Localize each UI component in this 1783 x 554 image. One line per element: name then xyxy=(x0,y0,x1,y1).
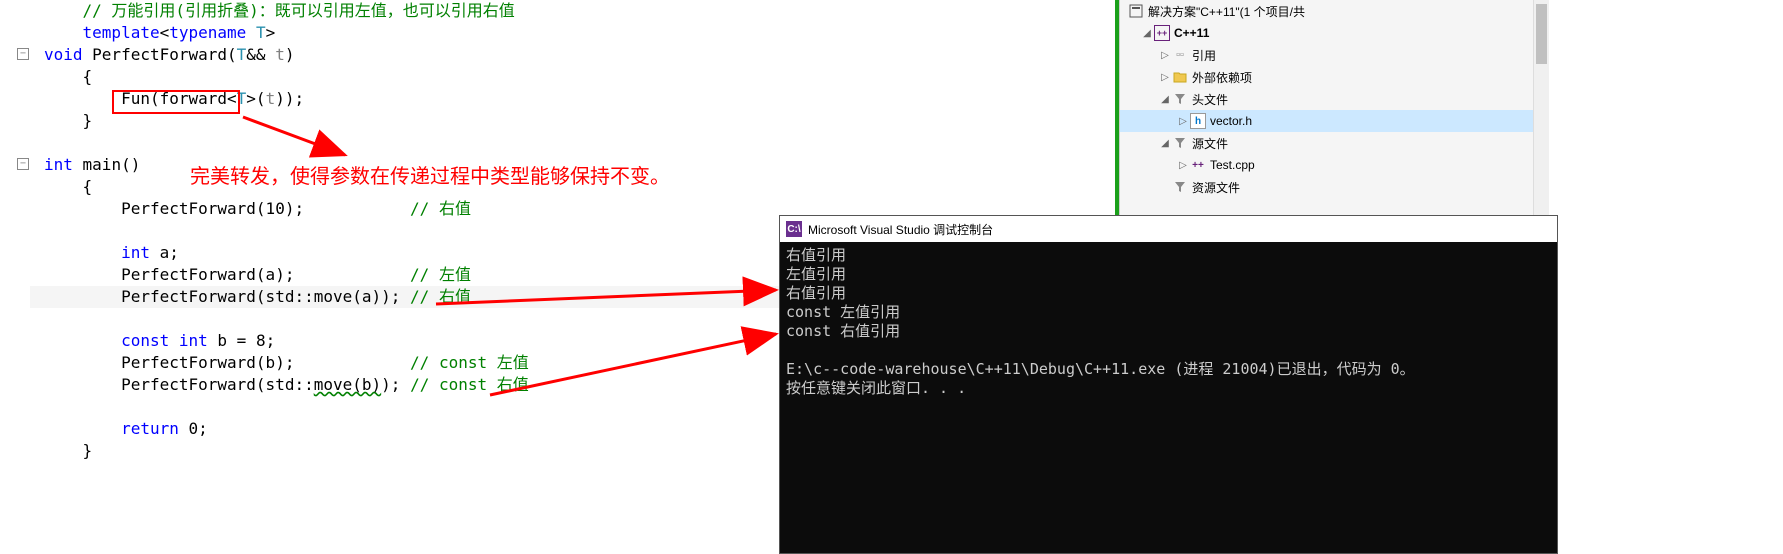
solution-header-label: 解决方案"C++11"(1 个项目/共 xyxy=(1148,3,1305,20)
solution-item-label: 外部依赖项 xyxy=(1192,69,1252,86)
solution-item[interactable]: ◢ 源文件 xyxy=(1120,132,1549,154)
solution-item-label: C++11 xyxy=(1174,26,1209,40)
solution-item[interactable]: ▷ 外部依赖项 xyxy=(1120,66,1549,88)
tree-expand-glyph[interactable]: ◢ xyxy=(1158,138,1172,149)
solution-icon xyxy=(1128,3,1144,19)
console-output[interactable]: 右值引用 左值引用 右值引用 const 左值引用 const 右值引用 E:\… xyxy=(780,242,1557,553)
solution-header-row[interactable]: 解决方案"C++11"(1 个项目/共 xyxy=(1120,0,1549,22)
filter-icon xyxy=(1172,179,1188,195)
code-line[interactable]: } xyxy=(44,110,1115,132)
solution-item-label: 源文件 xyxy=(1192,135,1228,152)
tree-expand-glyph[interactable]: ▷ xyxy=(1158,50,1172,61)
solution-item-label: 头文件 xyxy=(1192,91,1228,108)
console-title: Microsoft Visual Studio 调试控制台 xyxy=(808,221,993,238)
solution-item[interactable]: ◢++ C++11 xyxy=(1120,22,1549,44)
header-file-icon: h xyxy=(1190,113,1206,129)
folder-icon xyxy=(1172,69,1188,85)
code-line[interactable]: template<typename T> xyxy=(44,22,1115,44)
filter-icon xyxy=(1172,135,1188,151)
tree-expand-glyph[interactable]: ▷ xyxy=(1176,160,1190,171)
solution-item[interactable]: 资源文件 xyxy=(1120,176,1549,198)
solution-item-label: Test.cpp xyxy=(1210,158,1255,172)
console-titlebar[interactable]: C:\ Microsoft Visual Studio 调试控制台 xyxy=(780,216,1557,242)
scroll-thumb[interactable] xyxy=(1536,4,1547,64)
code-line[interactable]: Fun(forward<T>(t)); xyxy=(44,88,1115,110)
console-icon: C:\ xyxy=(786,221,802,237)
code-line[interactable] xyxy=(44,132,1115,154)
tree-expand-glyph[interactable]: ◢ xyxy=(1158,94,1172,105)
references-icon: ▫▫ xyxy=(1172,47,1188,63)
tree-expand-glyph[interactable]: ▷ xyxy=(1176,116,1190,127)
solution-item-label: 引用 xyxy=(1192,47,1216,64)
editor-gutter: −− xyxy=(0,0,30,554)
annotation-text: 完美转发，使得参数在传递过程中类型能够保持不变。 xyxy=(190,160,670,189)
solution-item[interactable]: ▷++ Test.cpp xyxy=(1120,154,1549,176)
fold-toggle[interactable]: − xyxy=(17,48,29,60)
debug-console-window[interactable]: C:\ Microsoft Visual Studio 调试控制台 右值引用 左… xyxy=(779,215,1558,554)
solution-item[interactable]: ◢ 头文件 xyxy=(1120,88,1549,110)
project-icon: ++ xyxy=(1154,25,1170,41)
solution-item[interactable]: ▷▫▫引用 xyxy=(1120,44,1549,66)
fold-toggle[interactable]: − xyxy=(17,158,29,170)
tree-expand-glyph[interactable]: ▷ xyxy=(1158,72,1172,83)
solution-item[interactable]: ▷h vector.h xyxy=(1120,110,1549,132)
solution-item-label: vector.h xyxy=(1210,114,1252,128)
tree-expand-glyph[interactable]: ◢ xyxy=(1140,28,1154,39)
cpp-file-icon: ++ xyxy=(1190,157,1206,173)
code-line[interactable]: void PerfectForward(T&& t) xyxy=(44,44,1115,66)
solution-item-label: 资源文件 xyxy=(1192,179,1240,196)
filter-icon xyxy=(1172,91,1188,107)
code-line[interactable]: // 万能引用(引用折叠)：既可以引用左值，也可以引用右值 xyxy=(44,0,1115,22)
code-line[interactable]: { xyxy=(44,66,1115,88)
